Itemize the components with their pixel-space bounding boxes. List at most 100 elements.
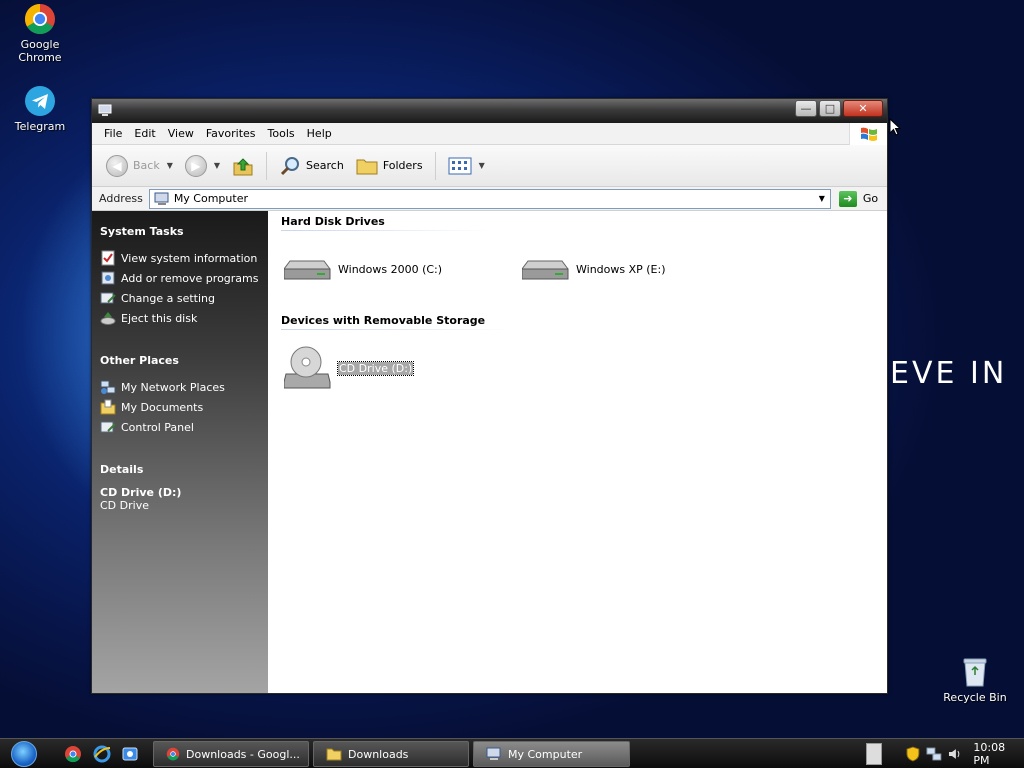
- explorer-window: — □ ✕ File Edit View Favorites Tools Hel…: [91, 98, 888, 694]
- search-button[interactable]: Search: [275, 153, 348, 179]
- toolbar: ◀ Back ▼ ▶ ▼ Search Folders ▼: [92, 145, 887, 187]
- wallpaper-text: EVE IN: [890, 356, 1008, 391]
- menu-view[interactable]: View: [162, 127, 200, 140]
- telegram-icon: [25, 86, 55, 116]
- folder-icon: [326, 748, 342, 761]
- network-icon[interactable]: [926, 746, 942, 762]
- taskbar-item-downloads[interactable]: Downloads: [313, 741, 469, 767]
- task-label: View system information: [121, 251, 258, 265]
- details-name: CD Drive (D:): [100, 486, 182, 499]
- drive-item-e[interactable]: Windows XP (E:): [522, 255, 666, 283]
- taskbar-item-chrome-downloads[interactable]: Downloads - Googl...: [153, 741, 309, 767]
- address-input[interactable]: My Computer ▼: [148, 188, 831, 209]
- desktop-icon-label: Recycle Bin: [943, 691, 1007, 704]
- windows-orb-icon: [11, 741, 37, 767]
- chrome-icon: [166, 747, 180, 761]
- my-computer-icon: [154, 192, 169, 205]
- folders-icon: [356, 159, 378, 174]
- window-body: System Tasks View system information Add…: [92, 211, 887, 693]
- task-eject-this-disk[interactable]: Eject this disk: [100, 308, 268, 328]
- clock[interactable]: 10:08 PM: [973, 741, 1024, 767]
- place-control-panel[interactable]: Control Panel: [100, 417, 268, 437]
- hard-drive-icon: [522, 260, 569, 280]
- up-folder-button[interactable]: [228, 153, 258, 179]
- back-button[interactable]: ◀ Back ▼: [102, 153, 177, 179]
- task-label: Eject this disk: [121, 311, 198, 325]
- chevron-down-icon: ▼: [213, 161, 221, 170]
- desktop-icon-recycle-bin[interactable]: Recycle Bin: [936, 656, 1014, 704]
- control-panel-icon: [100, 290, 116, 306]
- views-icon: [448, 157, 472, 174]
- folders-button[interactable]: Folders: [352, 154, 427, 178]
- menu-favorites[interactable]: Favorites: [200, 127, 262, 140]
- chevron-down-icon[interactable]: ▼: [814, 190, 830, 208]
- toolbar-separator: [266, 151, 268, 180]
- go-arrow-icon: ➜: [838, 190, 857, 207]
- address-value: My Computer: [173, 192, 248, 205]
- desktop-icon-telegram[interactable]: Telegram: [1, 85, 79, 133]
- desktop-icon-chrome[interactable]: Google Chrome: [1, 3, 79, 64]
- address-label: Address: [99, 192, 143, 205]
- cd-drive-icon: [284, 346, 331, 389]
- show-desktop-icon[interactable]: [121, 745, 139, 763]
- menu-file[interactable]: File: [98, 127, 128, 140]
- maximize-icon: □: [824, 102, 836, 115]
- search-icon: [280, 156, 300, 175]
- drive-item-c[interactable]: Windows 2000 (C:): [284, 255, 442, 283]
- menu-edit[interactable]: Edit: [128, 127, 161, 140]
- system-tasks-heading[interactable]: System Tasks: [100, 225, 268, 238]
- keyboard-icon[interactable]: [866, 743, 882, 765]
- content-pane: Hard Disk Drives Windows 2000 (C:) Windo…: [268, 211, 887, 693]
- back-arrow-icon: ◀: [106, 154, 128, 177]
- volume-icon[interactable]: [948, 747, 962, 761]
- my-computer-icon: [98, 104, 112, 116]
- other-places-heading[interactable]: Other Places: [100, 354, 268, 367]
- drive-item-d[interactable]: CD Drive (D:): [284, 344, 415, 392]
- menu-bar: File Edit View Favorites Tools Help: [92, 123, 887, 145]
- views-button[interactable]: ▼: [444, 155, 489, 177]
- minimize-icon: —: [800, 102, 812, 115]
- task-add-remove-programs[interactable]: Add or remove programs: [100, 268, 268, 288]
- toolbar-separator: [434, 151, 436, 180]
- network-places-icon: [100, 379, 116, 395]
- internet-explorer-icon[interactable]: [93, 745, 111, 763]
- group-divider: [281, 329, 511, 330]
- task-view-system-information[interactable]: View system information: [100, 248, 268, 268]
- group-heading-removable-storage: Devices with Removable Storage: [281, 314, 486, 327]
- maximize-button[interactable]: □: [819, 100, 841, 117]
- eject-icon: [100, 310, 116, 326]
- start-button[interactable]: [4, 741, 44, 767]
- desktop-icon-label: Google Chrome: [18, 38, 62, 64]
- security-shield-icon[interactable]: [906, 746, 920, 762]
- title-bar[interactable]: — □ ✕: [92, 99, 887, 123]
- group-heading-hard-disk-drives: Hard Disk Drives: [281, 215, 385, 228]
- windows-logo-icon: [849, 123, 887, 145]
- control-panel-icon: [100, 419, 116, 435]
- drive-label: Windows 2000 (C:): [338, 262, 443, 276]
- place-my-network-places[interactable]: My Network Places: [100, 377, 268, 397]
- go-button[interactable]: ➜ Go: [838, 190, 879, 207]
- forward-button[interactable]: ▶ ▼: [181, 153, 224, 179]
- taskbar-item-label: Downloads - Googl...: [186, 747, 300, 761]
- task-label: Change a setting: [121, 291, 215, 305]
- search-label: Search: [306, 159, 344, 172]
- drive-label: Windows XP (E:): [576, 262, 666, 276]
- task-change-a-setting[interactable]: Change a setting: [100, 288, 268, 308]
- minimize-button[interactable]: —: [795, 100, 817, 117]
- task-pane: System Tasks View system information Add…: [92, 211, 268, 693]
- menu-help[interactable]: Help: [301, 127, 338, 140]
- back-label: Back: [133, 159, 160, 172]
- details-heading[interactable]: Details: [100, 463, 268, 476]
- place-label: Control Panel: [121, 420, 194, 434]
- chrome-icon[interactable]: [64, 745, 82, 763]
- menu-tools[interactable]: Tools: [262, 127, 301, 140]
- hard-drive-icon: [284, 260, 331, 280]
- go-label: Go: [862, 192, 879, 205]
- chevron-down-icon: ▼: [166, 161, 173, 170]
- up-folder-icon: [233, 157, 253, 175]
- place-my-documents[interactable]: My Documents: [100, 397, 268, 417]
- chevron-down-icon: ▼: [478, 161, 485, 170]
- close-button[interactable]: ✕: [843, 100, 883, 117]
- taskbar-item-my-computer[interactable]: My Computer: [473, 741, 630, 767]
- drive-label: CD Drive (D:): [336, 360, 415, 376]
